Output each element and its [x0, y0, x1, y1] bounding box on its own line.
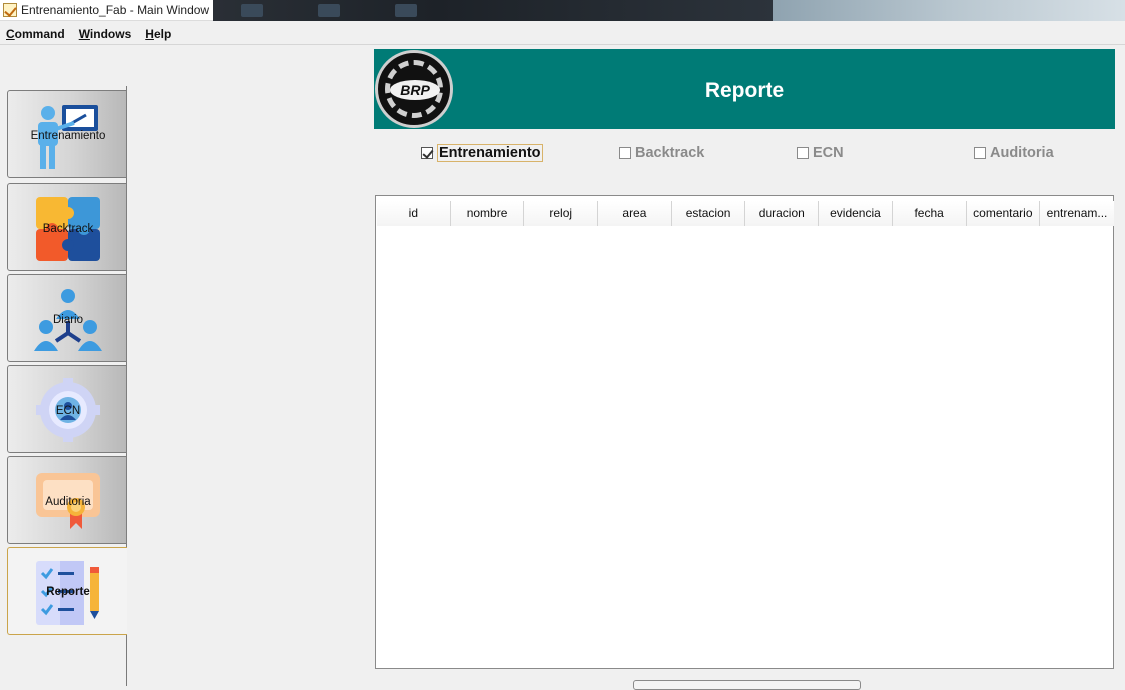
background-window-strip — [213, 0, 773, 21]
checkbox-unchecked-icon — [974, 147, 986, 159]
sidebar: Entrenamiento Backtrack Diario ECN Audit… — [0, 46, 128, 686]
checkbox-checked-icon — [421, 147, 433, 159]
column-header-reloj[interactable]: reloj — [524, 201, 599, 226]
table-header: id nombre reloj area estacion duracion e… — [377, 201, 1114, 226]
menu-command[interactable]: Command — [6, 27, 65, 41]
bottom-action-button[interactable] — [633, 680, 861, 690]
sidebar-item-label: ECN — [55, 405, 81, 417]
report-banner: BRP Reporte — [374, 49, 1115, 129]
column-header-entrenamiento[interactable]: entrenam... — [1040, 201, 1114, 226]
sidebar-item-reporte[interactable]: Reporte — [7, 547, 127, 635]
sidebar-item-diario[interactable]: Diario — [7, 274, 127, 362]
column-header-evidencia[interactable]: evidencia — [819, 201, 893, 226]
column-header-id[interactable]: id — [377, 201, 451, 226]
window-titlebar: Entrenamiento_Fab - Main Window — [0, 0, 1125, 21]
page-title: Reporte — [704, 79, 785, 102]
column-header-area[interactable]: area — [598, 201, 672, 226]
filter-bar: Entrenamiento Backtrack ECN Auditoria — [374, 140, 1115, 168]
filter-backtrack-checkbox[interactable]: Backtrack — [619, 142, 704, 164]
sidebar-item-ecn[interactable]: ECN — [7, 365, 127, 453]
checkbox-label: ECN — [813, 145, 844, 161]
column-header-fecha[interactable]: fecha — [892, 201, 967, 226]
filter-entrenamiento-checkbox[interactable]: Entrenamiento — [421, 142, 543, 164]
sidebar-item-backtrack[interactable]: Backtrack — [7, 183, 127, 271]
menu-windows[interactable]: Windows — [79, 27, 132, 41]
blurred-icon — [241, 4, 263, 17]
column-header-estacion[interactable]: estacion — [671, 201, 746, 226]
report-table[interactable]: id nombre reloj area estacion duracion e… — [375, 195, 1114, 669]
app-icon — [3, 3, 17, 17]
column-header-duracion[interactable]: duracion — [745, 201, 820, 226]
background-window-strip — [773, 0, 1125, 21]
checkbox-label: Auditoria — [990, 145, 1054, 161]
checkbox-label: Backtrack — [635, 145, 705, 161]
sidebar-item-auditoria[interactable]: Auditoria — [7, 456, 127, 544]
filter-ecn-checkbox[interactable]: ECN — [797, 142, 844, 164]
sidebar-item-entrenamiento[interactable]: Entrenamiento — [7, 90, 127, 178]
filter-auditoria-checkbox[interactable]: Auditoria — [974, 142, 1054, 164]
blurred-icon — [318, 4, 340, 17]
menu-bar: Command Windows Help — [0, 23, 1125, 45]
window-title: Entrenamiento_Fab - Main Window — [21, 3, 210, 17]
sidebar-item-label: Auditoria — [45, 496, 91, 508]
checkbox-unchecked-icon — [619, 147, 631, 159]
column-header-comentario[interactable]: comentario — [966, 201, 1041, 226]
sidebar-item-label: Reporte — [46, 586, 90, 598]
sidebar-item-label: Entrenamiento — [30, 130, 106, 142]
sidebar-item-label: Backtrack — [42, 223, 94, 235]
blurred-icon — [395, 4, 417, 17]
checkbox-label: Entrenamiento — [437, 144, 543, 162]
checkbox-unchecked-icon — [797, 147, 809, 159]
column-header-nombre[interactable]: nombre — [450, 201, 525, 226]
menu-help[interactable]: Help — [145, 27, 171, 41]
sidebar-item-label: Diario — [52, 314, 84, 326]
